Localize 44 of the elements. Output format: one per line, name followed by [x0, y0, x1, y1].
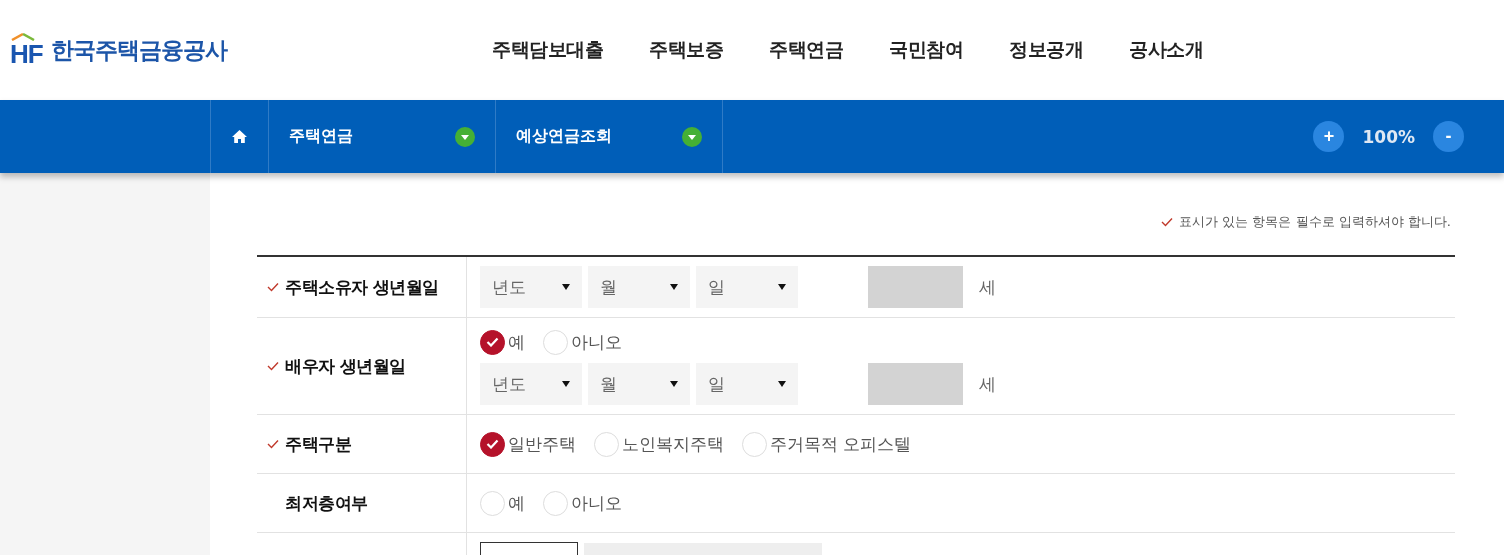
caret-icon	[670, 284, 678, 290]
radio-option[interactable]: 아니오	[543, 488, 622, 518]
caret-icon	[778, 284, 786, 290]
caret-icon	[778, 381, 786, 387]
dropdown[interactable]: 년도	[480, 266, 582, 308]
field-label: 배우자 생년월일	[285, 354, 406, 378]
home-icon	[232, 130, 247, 143]
age-unit: 세	[979, 372, 996, 396]
roof-icon	[10, 33, 36, 41]
caret-icon	[562, 284, 570, 290]
radio-option[interactable]: 일반주택	[480, 429, 576, 459]
caret-icon	[562, 381, 570, 387]
radio-option[interactable]: 아니오	[543, 327, 622, 357]
radio-icon[interactable]	[480, 329, 505, 355]
radio-option[interactable]: 예	[480, 488, 525, 518]
nav-link[interactable]: 공사소개	[1129, 37, 1203, 63]
radio-option[interactable]: 주거목적 오피스텔	[742, 429, 912, 459]
nav-link[interactable]: 주택연금	[769, 37, 843, 63]
zoom-out-button[interactable]: -	[1433, 121, 1464, 152]
caret-icon	[682, 126, 702, 147]
radio-icon[interactable]	[480, 431, 505, 457]
nav-link[interactable]: 주택보증	[649, 37, 723, 63]
nav-link[interactable]: 주택담보대출	[492, 37, 603, 63]
check-icon	[1161, 217, 1174, 227]
dropdown[interactable]: 년도	[480, 363, 582, 405]
dropdown[interactable]: 일	[696, 363, 798, 405]
nav-link[interactable]: 국민참여	[889, 37, 963, 63]
logo-mark[interactable]: HF	[10, 33, 43, 67]
dropdown[interactable]: 월	[588, 266, 690, 308]
nav-link[interactable]: 정보공개	[1009, 37, 1083, 63]
logo-name[interactable]: 한국주택금융공사	[50, 34, 227, 66]
dropdown[interactable]: 월	[588, 363, 690, 405]
caret-icon	[670, 381, 678, 387]
zoom-in-button[interactable]: +	[1313, 121, 1345, 152]
zoom-level: 100%	[1362, 126, 1415, 147]
dropdown[interactable]: 일	[696, 266, 798, 308]
field-label: 주택구분	[285, 432, 351, 456]
field-label: 주택소유자 생년월일	[285, 275, 439, 299]
field-label: 최저층여부	[285, 491, 368, 515]
caret-icon	[455, 126, 475, 147]
age-unit: 세	[979, 275, 996, 299]
radio-option[interactable]: 노인복지주택	[594, 429, 724, 459]
radio-option[interactable]: 예	[480, 327, 525, 357]
required-note: 표시가 있는 항목은 필수로 입력하셔야 합니다.	[1179, 213, 1451, 231]
